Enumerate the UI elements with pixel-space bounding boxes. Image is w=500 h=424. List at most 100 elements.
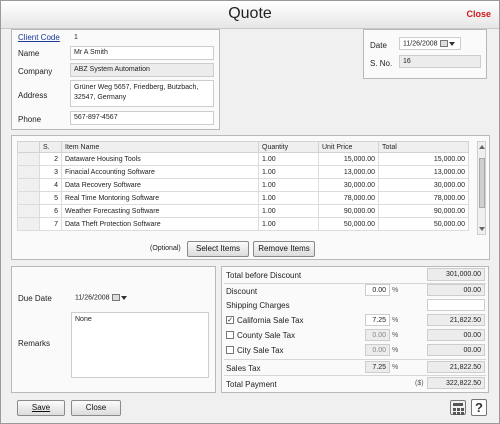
- city-percent-sign: %: [392, 347, 399, 354]
- table-row[interactable]: 2 Dataware Housing Tools 1.00 15,000.00 15,0…: [17, 152, 469, 166]
- row-item-name[interactable]: Finacial Accounting Software: [61, 165, 259, 179]
- county-tax-pct-field[interactable]: 0.00: [365, 329, 390, 341]
- city-tax-value: 00.00: [427, 344, 485, 356]
- california-tax-pct-field[interactable]: 7.25: [365, 314, 390, 326]
- name-field[interactable]: Mr A Smith: [70, 46, 214, 60]
- row-quantity[interactable]: 1.00: [258, 165, 319, 179]
- date-label: Date: [370, 41, 387, 50]
- client-code-field[interactable]: 1: [70, 31, 214, 43]
- row-sno: 3: [39, 165, 62, 179]
- table-row[interactable]: 7 Data Theft Protection Software 1.00 50,00…: [17, 217, 469, 231]
- total-header: Total: [378, 141, 469, 153]
- scroll-down-icon[interactable]: [479, 227, 485, 231]
- total-payment-label: Total Payment: [226, 380, 277, 389]
- row-unit-price[interactable]: 90,000.00: [318, 204, 379, 218]
- sno-header: S.: [39, 141, 62, 153]
- discount-percent-sign: %: [392, 287, 399, 294]
- sales-tax-pct: 7.25: [365, 361, 390, 373]
- table-row[interactable]: 4 Data Recovery Software 1.00 30,000.00 30,0…: [17, 178, 469, 192]
- before-discount-label: Total before Discount: [226, 271, 302, 280]
- row-selector[interactable]: [17, 217, 40, 231]
- row-selector[interactable]: [17, 165, 40, 179]
- window-title: Quote: [228, 5, 272, 22]
- close-button[interactable]: Close: [71, 400, 121, 416]
- select-items-button[interactable]: Select Items: [187, 241, 249, 257]
- table-row[interactable]: 3 Finacial Accounting Software 1.00 13,000.…: [17, 165, 469, 179]
- california-tax-value: 21,822.50: [427, 314, 485, 326]
- remove-items-button[interactable]: Remove Items: [253, 241, 315, 257]
- row-item-name[interactable]: Data Recovery Software: [61, 178, 259, 192]
- scroll-thumb[interactable]: [479, 158, 485, 208]
- divider: [224, 359, 486, 360]
- calculator-icon[interactable]: [450, 400, 466, 415]
- due-date-value: 11/26/2008: [75, 294, 110, 302]
- quantity-header: Quantity: [258, 141, 319, 153]
- row-unit-price[interactable]: 30,000.00: [318, 178, 379, 192]
- calendar-icon[interactable]: [111, 294, 120, 301]
- client-code-link[interactable]: Client Code: [18, 33, 60, 42]
- discount-value: 00.00: [427, 284, 485, 296]
- sno-field: 16: [399, 55, 481, 68]
- help-icon[interactable]: ?: [471, 399, 487, 416]
- sno-label: S. No.: [370, 59, 393, 68]
- unit-price-header: Unit Price: [318, 141, 379, 153]
- row-sno: 7: [39, 217, 62, 231]
- sales-tax-value: 21,822.50: [427, 361, 485, 373]
- row-sno: 6: [39, 204, 62, 218]
- date-field[interactable]: 11/26/2008: [399, 37, 461, 50]
- close-link[interactable]: Close: [466, 9, 491, 19]
- row-selector[interactable]: [17, 191, 40, 205]
- items-scrollbar[interactable]: [477, 141, 486, 235]
- row-quantity[interactable]: 1.00: [258, 191, 319, 205]
- table-row[interactable]: 6 Weather Forecasting Software 1.00 90,000.…: [17, 204, 469, 218]
- phone-field[interactable]: 567-897-4567: [70, 111, 214, 125]
- calendar-icon[interactable]: [439, 40, 448, 47]
- discount-pct-field[interactable]: 0.00: [365, 284, 390, 296]
- row-item-name[interactable]: Weather Forecasting Software: [61, 204, 259, 218]
- chevron-down-icon[interactable]: [448, 41, 455, 46]
- row-quantity[interactable]: 1.00: [258, 178, 319, 192]
- before-discount-value: 301,000.00: [427, 268, 485, 281]
- county-tax-checkbox[interactable]: [226, 331, 234, 339]
- row-item-name[interactable]: Dataware Housing Tools: [61, 152, 259, 166]
- row-unit-price[interactable]: 78,000.00: [318, 191, 379, 205]
- remarks-field[interactable]: None: [71, 312, 209, 378]
- chevron-down-icon[interactable]: [120, 295, 127, 300]
- company-field[interactable]: ABZ System Automation: [70, 63, 214, 77]
- row-quantity[interactable]: 1.00: [258, 217, 319, 231]
- address-label: Address: [18, 91, 48, 100]
- row-selector[interactable]: [17, 204, 40, 218]
- shipping-field[interactable]: [427, 299, 485, 311]
- california-percent-sign: %: [392, 317, 399, 324]
- table-row[interactable]: 5 Real Time Montoring Software 1.00 78,000.…: [17, 191, 469, 205]
- row-unit-price[interactable]: 15,000.00: [318, 152, 379, 166]
- row-selector[interactable]: [17, 152, 40, 166]
- scroll-up-icon[interactable]: [479, 145, 485, 149]
- california-tax-label: California Sale Tax: [237, 316, 304, 325]
- title-bar: Quote Close: [1, 1, 499, 29]
- company-label: Company: [18, 67, 53, 76]
- row-unit-price[interactable]: 50,000.00: [318, 217, 379, 231]
- county-tax-label: County Sale Tax: [237, 331, 296, 340]
- due-date-label: Due Date: [18, 294, 52, 303]
- row-sno: 4: [39, 178, 62, 192]
- address-field[interactable]: Grüner Weg 5657, Friedberg, Butzbach, 32…: [70, 80, 214, 107]
- row-unit-price[interactable]: 13,000.00: [318, 165, 379, 179]
- california-tax-checkbox[interactable]: ✓: [226, 316, 234, 324]
- row-quantity[interactable]: 1.00: [258, 152, 319, 166]
- row-item-name[interactable]: Real Time Montoring Software: [61, 191, 259, 205]
- discount-label: Discount: [226, 287, 258, 296]
- row-quantity[interactable]: 1.00: [258, 204, 319, 218]
- row-total: 90,000.00: [378, 204, 469, 218]
- row-selector[interactable]: [17, 178, 40, 192]
- row-total: 30,000.00: [378, 178, 469, 192]
- city-tax-checkbox[interactable]: [226, 346, 234, 354]
- city-tax-pct-field[interactable]: 0.00: [365, 344, 390, 356]
- phone-label: Phone: [18, 115, 42, 124]
- row-total: 50,000.00: [378, 217, 469, 231]
- shipping-label: Shipping Charges: [226, 301, 290, 310]
- row-item-name[interactable]: Data Theft Protection Software: [61, 217, 259, 231]
- save-button[interactable]: Save: [17, 400, 65, 416]
- currency-label: ($): [415, 380, 424, 387]
- due-date-field[interactable]: 11/26/2008: [71, 291, 133, 304]
